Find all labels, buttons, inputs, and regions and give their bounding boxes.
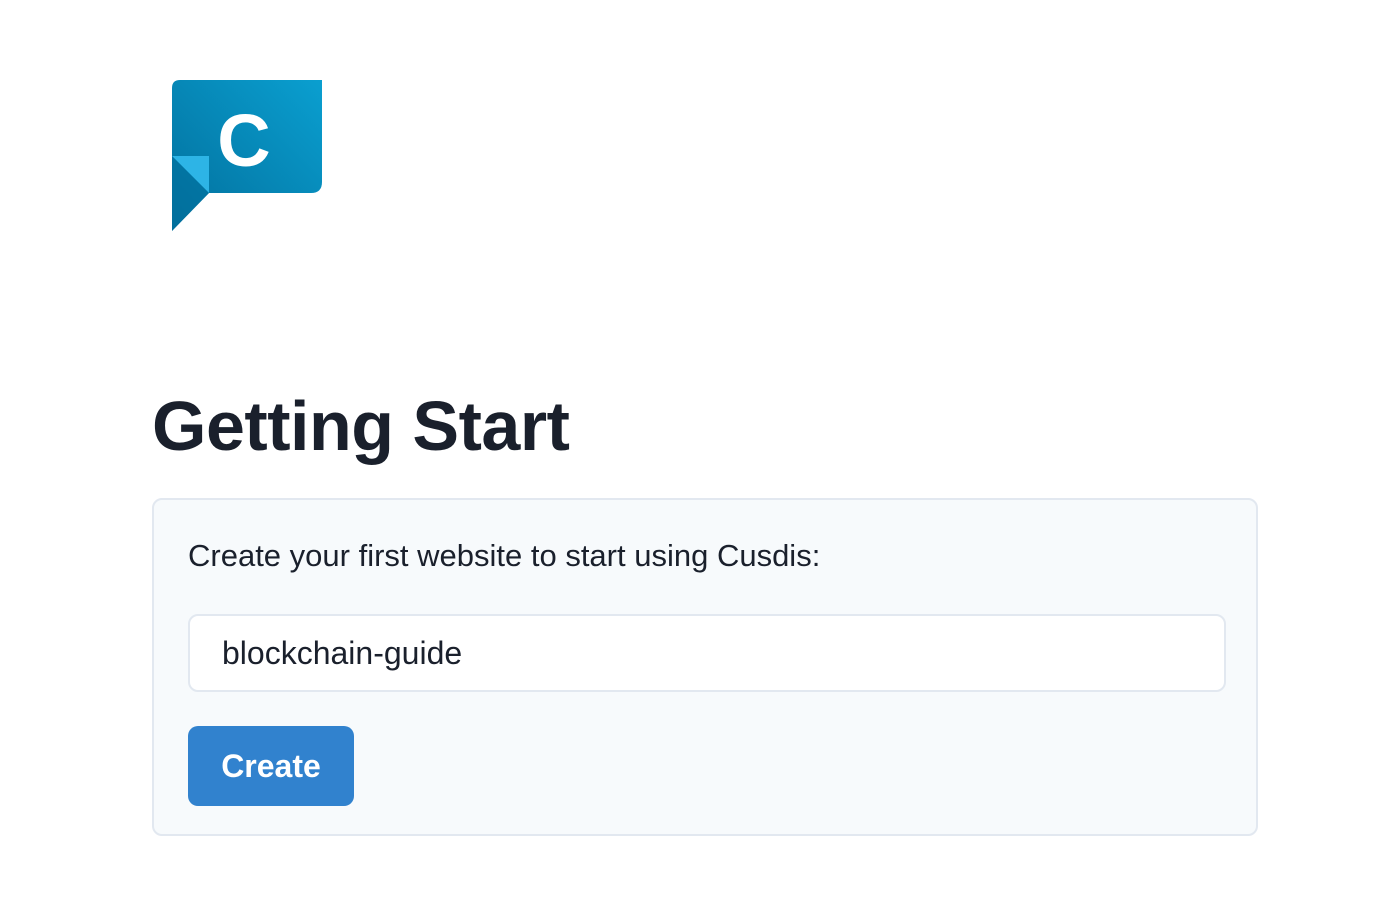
website-name-input[interactable] <box>188 614 1226 692</box>
page-title: Getting Start <box>152 387 570 465</box>
create-website-prompt: Create your first website to start using… <box>188 538 821 573</box>
create-website-card: Create your first website to start using… <box>152 498 1258 836</box>
getting-started-page: C Getting Start Create your first websit… <box>0 0 1380 910</box>
cusdis-logo-icon: C <box>172 80 324 232</box>
logo-letter: C <box>217 99 270 182</box>
create-button[interactable]: Create <box>188 726 354 806</box>
